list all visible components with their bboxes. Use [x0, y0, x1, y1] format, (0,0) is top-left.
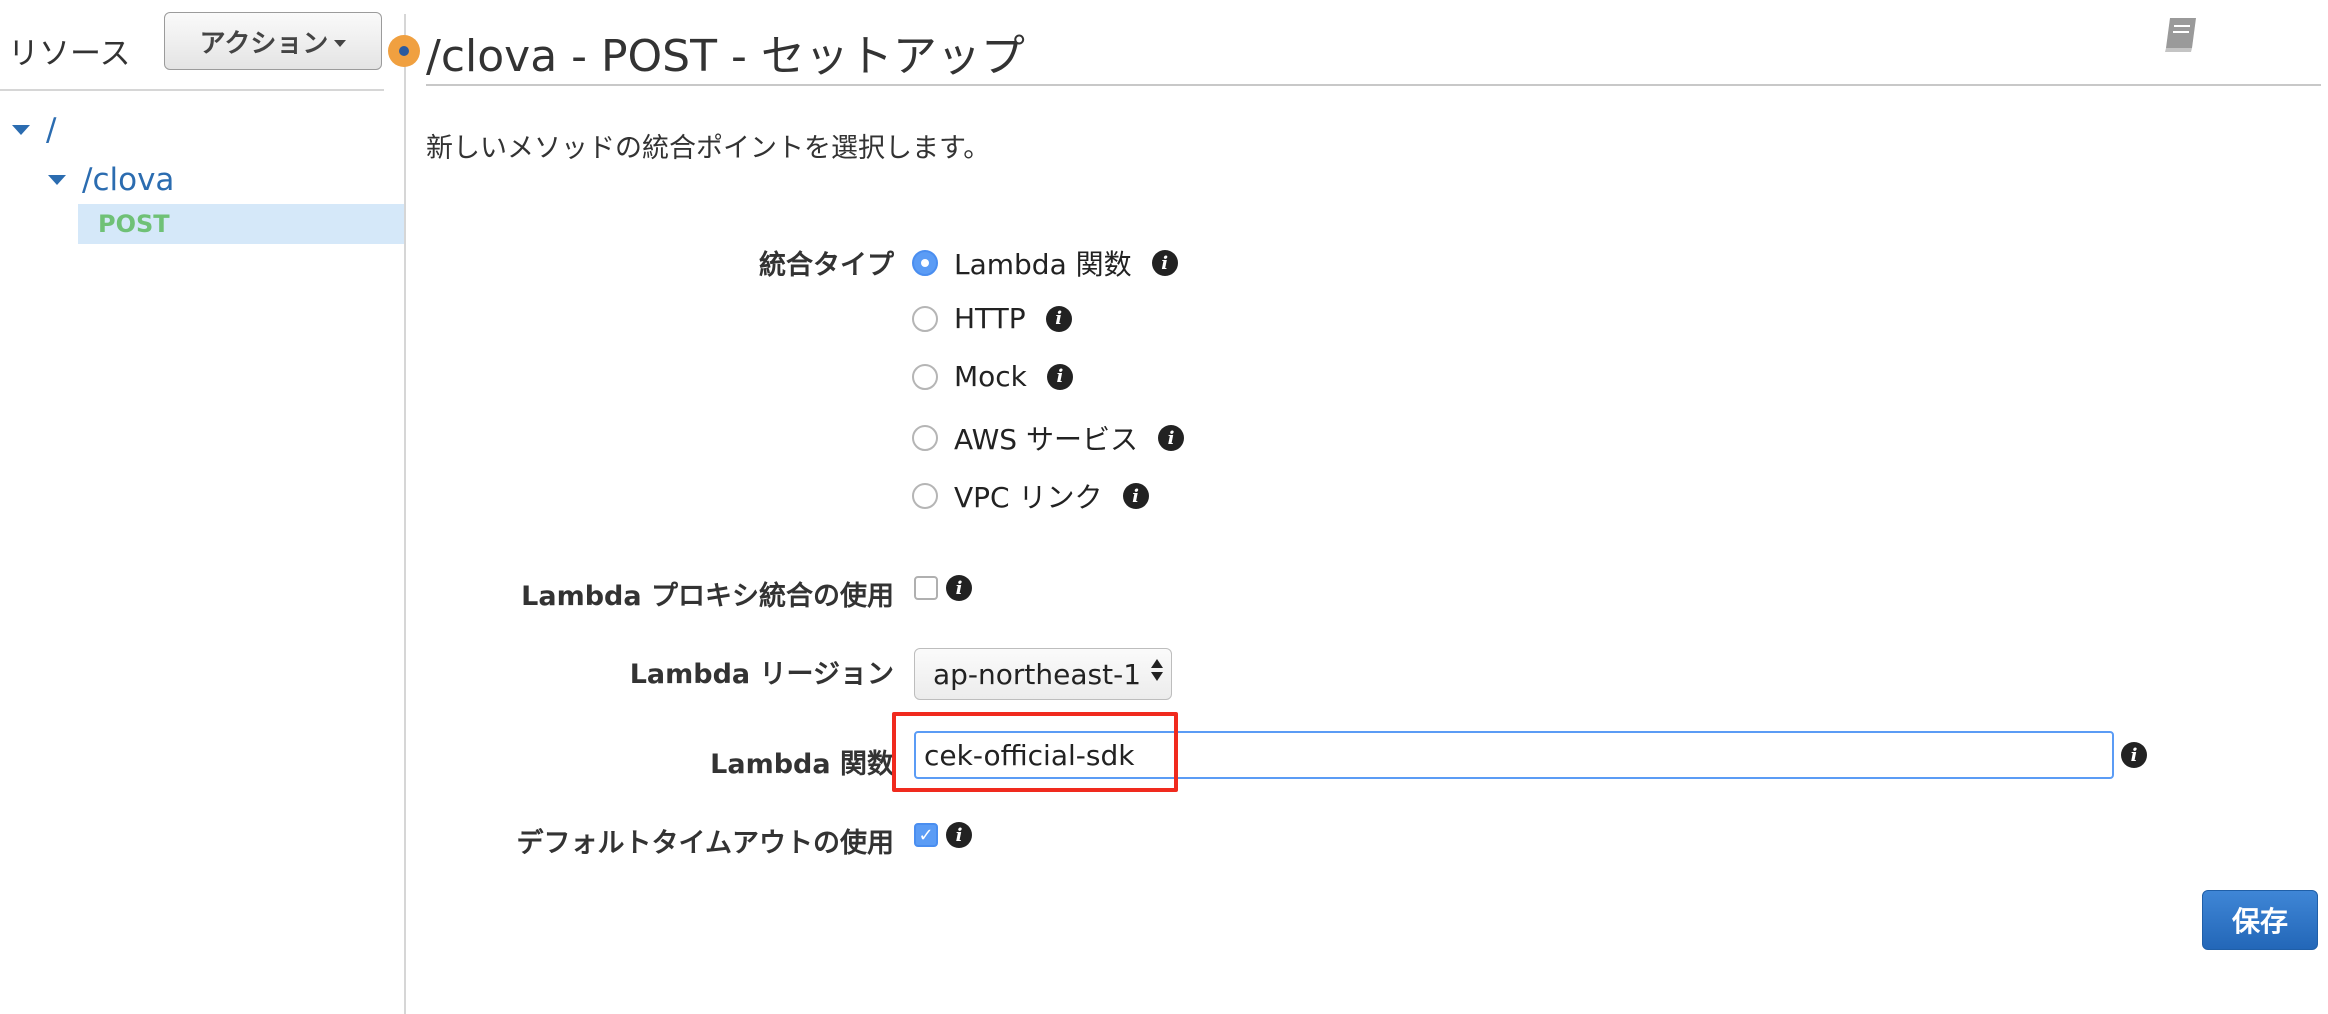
lambda-function-input[interactable]	[914, 731, 2114, 779]
radio-option-http[interactable]: HTTP i	[912, 302, 1072, 335]
info-icon[interactable]: i	[1157, 425, 1184, 451]
tree-item-clova[interactable]: /clova	[48, 162, 174, 198]
tree-item-post-method[interactable]: POST	[78, 204, 404, 244]
book-icon[interactable]	[2162, 14, 2200, 54]
radio-option-aws-service[interactable]: AWS サービス i	[912, 418, 1184, 458]
default-timeout-checkbox[interactable]: ✓	[914, 823, 938, 847]
sidebar-divider	[0, 89, 384, 91]
header-divider	[426, 84, 2321, 86]
expand-caret-icon[interactable]	[48, 175, 66, 185]
lambda-proxy-label: Lambda プロキシ統合の使用	[521, 581, 894, 612]
radio-option-lambda-label: Lambda 関数	[954, 248, 1132, 281]
radio-button[interactable]	[912, 425, 938, 451]
radio-option-mock-label: Mock	[954, 360, 1027, 393]
info-icon[interactable]: i	[1045, 305, 1072, 332]
status-dot-icon	[388, 35, 420, 67]
lambda-proxy-control: i	[914, 575, 972, 601]
actions-dropdown-button[interactable]: アクション	[164, 12, 382, 70]
expand-caret-icon[interactable]	[12, 125, 30, 135]
radio-option-vpc-link-label: VPC リンク	[954, 481, 1103, 514]
lambda-region-select[interactable]: ap-northeast-1	[914, 648, 1172, 700]
radio-option-http-label: HTTP	[954, 302, 1026, 335]
default-timeout-control: ✓ i	[914, 822, 972, 848]
lambda-function-label: Lambda 関数	[710, 749, 894, 780]
info-icon[interactable]: i	[946, 822, 972, 848]
default-timeout-label: デフォルトタイムアウトの使用	[516, 828, 894, 859]
radio-option-mock[interactable]: Mock i	[912, 360, 1073, 393]
info-icon[interactable]: i	[1122, 483, 1149, 509]
lambda-proxy-checkbox[interactable]	[914, 576, 938, 600]
radio-option-vpc-link[interactable]: VPC リンク i	[912, 476, 1149, 516]
lambda-region-label: Lambda リージョン	[629, 659, 894, 690]
actions-label: アクション	[199, 28, 329, 59]
panel-divider	[404, 14, 406, 1014]
page-title: /clova - POST - セットアップ	[426, 31, 1025, 82]
radio-option-lambda[interactable]: Lambda 関数 i	[912, 243, 1178, 283]
info-icon[interactable]: i	[1151, 250, 1178, 276]
tree-item-clova-label: /clova	[82, 162, 175, 198]
info-icon[interactable]: i	[2121, 742, 2147, 768]
sidebar-title: リソース	[8, 36, 131, 72]
info-icon[interactable]: i	[1046, 363, 1073, 390]
integration-type-label: 統合タイプ	[759, 250, 894, 281]
tree-item-root[interactable]: /	[12, 112, 56, 148]
save-button[interactable]: 保存	[2202, 890, 2318, 950]
caret-down-icon	[334, 39, 347, 47]
select-arrows-icon	[1151, 659, 1163, 681]
tree-item-root-label: /	[46, 112, 57, 148]
radio-option-aws-service-label: AWS サービス	[954, 423, 1138, 456]
tree-item-post-label: POST	[98, 210, 170, 238]
radio-button[interactable]	[912, 363, 938, 390]
info-icon[interactable]: i	[946, 575, 972, 601]
page-subtitle: 新しいメソッドの統合ポイントを選択します。	[426, 133, 991, 164]
lambda-region-value: ap-northeast-1	[933, 657, 1142, 691]
radio-button[interactable]	[912, 483, 938, 509]
radio-button[interactable]	[912, 250, 938, 276]
checkmark-icon: ✓	[918, 824, 934, 846]
radio-button[interactable]	[912, 305, 938, 332]
